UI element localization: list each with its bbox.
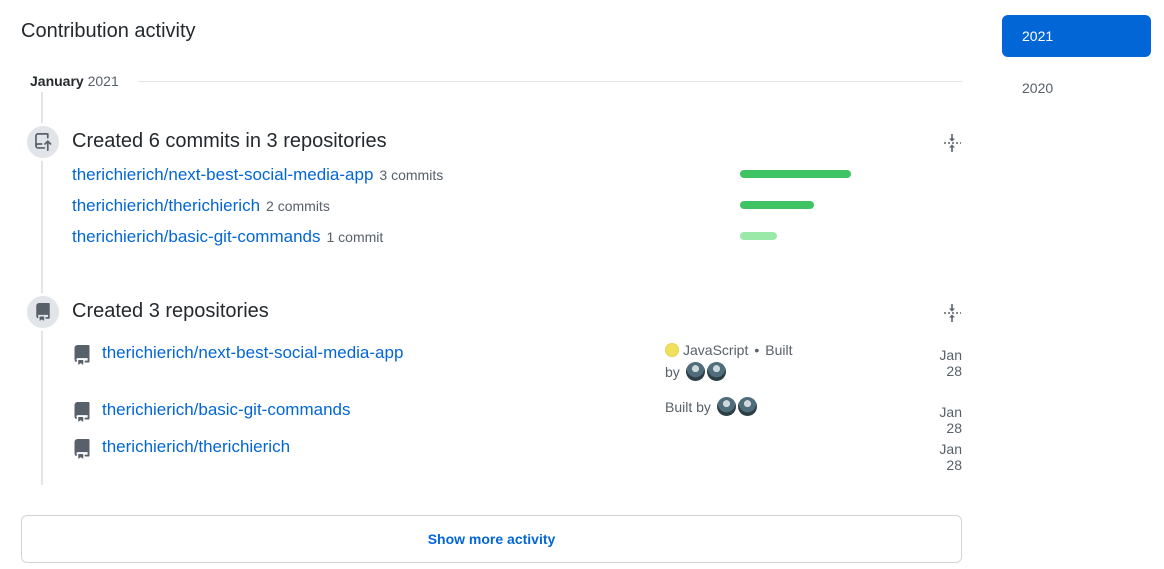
repos-event-title: Created 3 repositories: [72, 300, 269, 322]
repo-icon: [74, 402, 90, 422]
built-label: Built: [765, 342, 793, 358]
collapse-repos-button[interactable]: [940, 301, 964, 325]
commit-row: therichierich/next-best-social-media-app…: [72, 165, 443, 187]
commit-row: therichierich/therichierich 2 commits: [72, 196, 330, 218]
language-color-dot: [665, 343, 679, 357]
year-link-2020[interactable]: 2020: [1002, 67, 1151, 109]
commit-bar: [740, 201, 814, 209]
commit-bar: [740, 232, 777, 240]
repo-meta: JavaScript • Built by: [665, 339, 825, 383]
month-label: January 2021: [30, 73, 119, 89]
by-label: by: [665, 364, 680, 380]
list-item: therichierich/basic-git-commands Built b…: [72, 397, 962, 436]
repo-push-icon: [24, 123, 62, 161]
repo-meta: Built by: [665, 396, 825, 418]
commits-event-title: Created 6 commits in 3 repositories: [72, 130, 387, 152]
repo-link[interactable]: therichierich/therichierich: [72, 196, 260, 215]
language-label: JavaScript: [683, 342, 749, 358]
repo-icon: [74, 345, 90, 365]
repo-link[interactable]: therichierich/next-best-social-media-app: [72, 165, 373, 184]
built-by-label: Built by: [665, 399, 711, 415]
avatar[interactable]: [737, 397, 757, 416]
commit-bar: [740, 170, 851, 178]
avatar[interactable]: [685, 362, 705, 381]
year-link-2021[interactable]: 2021: [1002, 15, 1151, 57]
date-label: Jan 28: [939, 404, 962, 436]
date-label: Jan 28: [939, 441, 962, 473]
commit-row: therichierich/basic-git-commands 1 commit: [72, 227, 383, 249]
avatar[interactable]: [716, 397, 736, 416]
divider-line: [138, 81, 962, 82]
month-divider: January 2021: [30, 73, 962, 91]
repo-link[interactable]: therichierich/therichierich: [102, 437, 290, 457]
repo-icon: [24, 293, 62, 331]
show-more-activity-button[interactable]: Show more activity: [21, 515, 962, 563]
section-title: Contribution activity: [21, 20, 196, 42]
fold-icon: [944, 304, 961, 322]
repo-link[interactable]: therichierich/next-best-social-media-app: [102, 343, 403, 363]
list-item: therichierich/therichierich Jan 28: [72, 437, 962, 473]
commit-count-link[interactable]: 1 commit: [326, 229, 383, 245]
commit-count-link[interactable]: 3 commits: [379, 167, 443, 183]
repo-icon: [74, 439, 90, 459]
separator-dot: •: [754, 342, 760, 358]
commit-count-link[interactable]: 2 commits: [266, 198, 330, 214]
collapse-commits-button[interactable]: [940, 131, 964, 155]
date-label: Jan 28: [939, 347, 962, 379]
fold-icon: [944, 134, 961, 152]
repo-link[interactable]: therichierich/basic-git-commands: [72, 227, 320, 246]
avatar[interactable]: [706, 362, 726, 381]
list-item: therichierich/next-best-social-media-app…: [72, 342, 962, 383]
repo-link[interactable]: therichierich/basic-git-commands: [102, 400, 350, 420]
